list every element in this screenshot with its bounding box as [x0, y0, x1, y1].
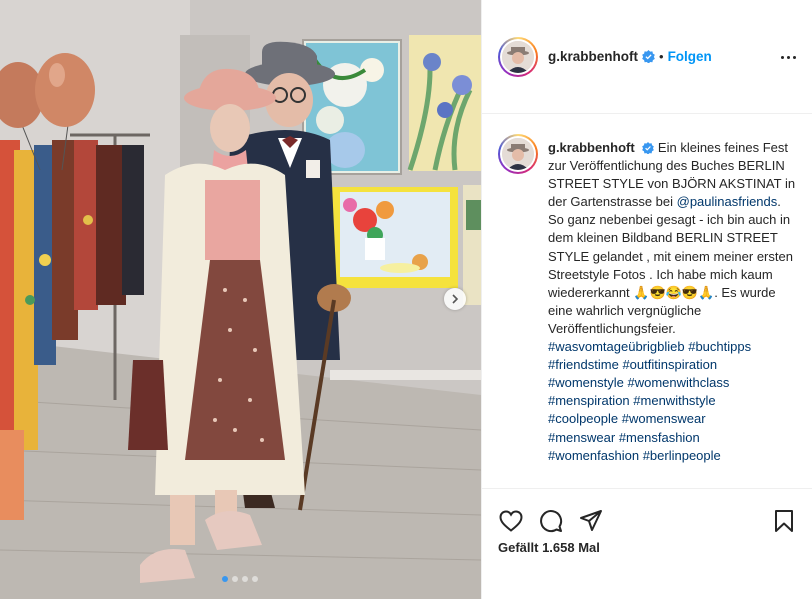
follow-button[interactable]: Folgen — [668, 49, 712, 64]
header-separator: • — [659, 49, 664, 64]
hashtag-link[interactable]: #friendstime — [548, 357, 619, 372]
heart-icon — [499, 510, 523, 532]
hashtag-link[interactable]: #menwithstyle — [633, 393, 715, 408]
painting-irises — [407, 35, 481, 171]
save-button[interactable] — [771, 508, 797, 534]
caption-avatar[interactable] — [498, 134, 538, 174]
carousel-dot — [252, 576, 258, 582]
hashtag-link[interactable]: #womenwithclass — [628, 375, 730, 390]
profile-avatar[interactable] — [498, 36, 538, 77]
carousel-dot — [232, 576, 238, 582]
hashtag-link[interactable]: #buchtipps — [688, 339, 751, 354]
avatar-image — [502, 40, 534, 73]
carousel-indicator — [222, 576, 258, 582]
caption-mention-link[interactable]: @paulinasfriends — [677, 194, 778, 209]
hashtag-link[interactable]: #berlinpeople — [643, 448, 721, 463]
painting-bouquet — [330, 187, 458, 288]
post-photo[interactable] — [0, 0, 481, 599]
hashtag-list: #wasvomtageübrigblieb #buchtipps #friends… — [548, 338, 796, 465]
hashtag-link[interactable]: #menspiration — [548, 393, 630, 408]
likes-count[interactable]: Gefällt 1.658 Mal — [482, 533, 812, 555]
verified-badge-icon — [642, 50, 655, 63]
caption-username[interactable]: g.krabbenhoft — [548, 140, 635, 155]
caption-body-continued: . So ganz nebenbei gesagt - ich bin auch… — [548, 194, 793, 336]
comment-button[interactable] — [538, 508, 564, 534]
action-bar — [482, 489, 812, 533]
hashtag-link[interactable]: #womenfashion — [548, 448, 639, 463]
verified-badge-icon — [642, 142, 655, 154]
hashtag-link[interactable]: #coolpeople — [548, 411, 618, 426]
comment-bubble-icon — [540, 510, 563, 533]
post-caption: g.krabbenhoft Ein kleines feines Fest zu… — [482, 114, 812, 487]
chevron-right-icon — [452, 294, 459, 304]
avatar-image — [502, 138, 534, 170]
photo-scene — [0, 0, 481, 599]
like-button[interactable] — [498, 508, 524, 534]
post-header: g.krabbenhoft • Folgen — [482, 0, 812, 114]
painting-edge — [463, 185, 481, 305]
post-actions-area: Gefällt 1.658 Mal — [482, 488, 812, 599]
hashtag-link[interactable]: #wasvomtageübrigblieb — [548, 339, 685, 354]
caption-text: g.krabbenhoft Ein kleines feines Fest zu… — [548, 139, 796, 487]
paper-plane-icon — [580, 510, 602, 531]
carousel-next-button[interactable] — [444, 288, 466, 310]
hashtag-link[interactable]: #mensfashion — [619, 430, 700, 445]
post-side-panel: g.krabbenhoft • Folgen g.krabbenhoft Ein… — [481, 0, 812, 599]
carousel-dot — [222, 576, 228, 582]
more-options-icon[interactable] — [778, 50, 798, 64]
username-link[interactable]: g.krabbenhoft — [548, 49, 638, 64]
hashtag-link[interactable]: #menswear — [548, 430, 615, 445]
share-button[interactable] — [578, 508, 604, 534]
hashtag-link[interactable]: #womenswear — [622, 411, 706, 426]
hashtag-link[interactable]: #womenstyle — [548, 375, 624, 390]
hashtag-link[interactable]: #outfitinspiration — [622, 357, 717, 372]
bookmark-icon — [775, 510, 793, 532]
carousel-dot — [242, 576, 248, 582]
instagram-post: g.krabbenhoft • Folgen g.krabbenhoft Ein… — [0, 0, 812, 599]
